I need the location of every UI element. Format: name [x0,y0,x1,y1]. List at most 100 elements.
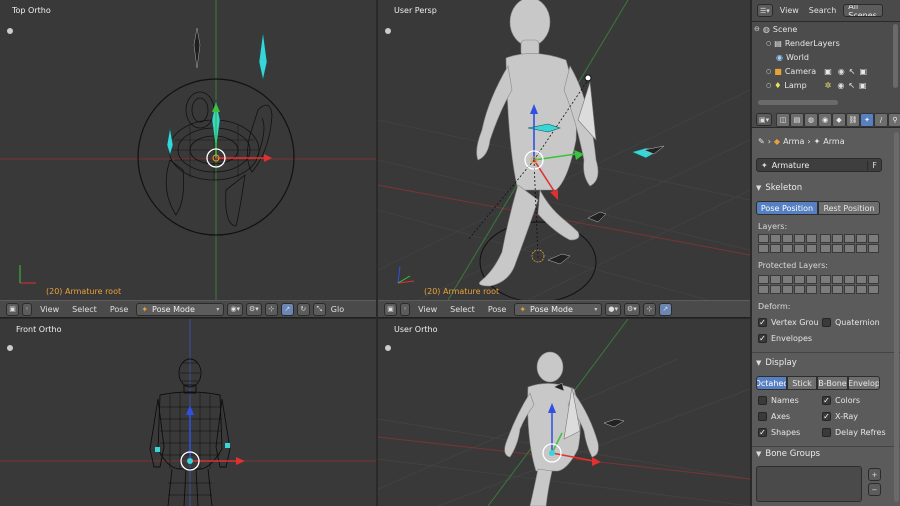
outliner-menu-search[interactable]: Search [806,6,839,15]
outliner-item-camera[interactable]: ○ ■ Camera ▣ ◉ ↖ ▣ [752,64,892,78]
bone-tab-icon[interactable]: / [874,113,888,127]
eye-icon[interactable]: ◉ [837,81,844,90]
manipulator-toggle[interactable]: ⊹ [264,302,278,316]
skeleton-section-header[interactable]: ▼ Skeleton [756,183,802,193]
viewport-pin-icon[interactable] [385,345,391,351]
display-bbone-button[interactable]: B-Bone [817,376,848,390]
armature-data-tab-icon[interactable]: ✦ [860,113,874,127]
mode-select[interactable]: ✦ Pose Mode ▾ [514,302,603,316]
orientation-label[interactable]: Glo [329,305,346,314]
fake-user-button[interactable]: F [867,160,881,170]
add-bone-group-button[interactable]: + [868,468,881,481]
display-envelope-button[interactable]: Envelop [848,376,880,390]
object-tab-icon[interactable]: ◆ [832,113,846,127]
header-toggle-icon[interactable]: ◦ [400,302,411,316]
outliner-item-lamp[interactable]: ○ ♦ Lamp ✲ ◉ ↖ ▣ [752,78,892,92]
bone-groups-section-header[interactable]: ▼ Bone Groups [756,449,820,459]
outliner-item-renderlayers[interactable]: ○ ▤ RenderLayers [752,36,892,50]
renderlayers-icon: ▤ [774,38,782,48]
display-stick-button[interactable]: Stick [787,376,817,390]
cursor-icon[interactable]: ↖ [849,67,856,76]
bone-constraints-tab-icon[interactable]: ⚲ [888,113,900,127]
layers-tab-icon[interactable]: ▤ [790,113,804,127]
chevron-down-icon: ▾ [594,305,598,313]
menu-view[interactable]: View [35,305,64,314]
menu-select[interactable]: Select [445,305,480,314]
outliner-item-world[interactable]: ◉ World [752,50,892,64]
protected-layers-label: Protected Layers: [758,261,828,270]
scene-tab-icon[interactable]: ◍ [804,113,818,127]
collapse-icon: ⊖ [754,25,760,33]
render-icon[interactable]: ▣ [859,67,867,76]
editor-type-button[interactable]: ☰▾ [757,4,773,17]
rest-position-button[interactable]: Rest Position [818,201,880,215]
mode-select[interactable]: ✦ Pose Mode ▾ [136,302,225,316]
outliner-menu-view[interactable]: View [777,6,802,15]
viewport-user-ortho[interactable]: User Ortho [378,319,750,506]
manipulator-toggle[interactable]: ⊹ [642,302,656,316]
outliner-scrollbar[interactable] [893,24,898,88]
pose-position-button[interactable]: Pose Position [756,201,818,215]
layers-grid[interactable] [758,234,817,253]
display-octahedral-button[interactable]: Octahed [756,376,787,390]
checkbox-box: ✓ [758,333,767,343]
pivot-button[interactable]: ⚙▾ [623,302,640,316]
vertex-groups-checkbox[interactable]: ✓ Vertex Grou [758,318,819,327]
protected-layers-grid[interactable] [758,275,817,294]
outliner-item-scene[interactable]: ⊖ ◍ Scene [752,22,892,36]
outliner-item-label: Lamp [784,80,807,90]
outliner-hscrollbar[interactable] [758,100,838,105]
menu-pose[interactable]: Pose [105,305,134,314]
outliner-item-label: RenderLayers [784,38,840,48]
editor-type-button[interactable]: ▣▾ [756,113,773,126]
axes-checkbox[interactable]: Axes [758,412,790,421]
protected-layers-grid-2[interactable] [820,275,879,294]
properties-scrollbar[interactable] [894,132,899,502]
layers-grid-2[interactable] [820,234,879,253]
world-tab-icon[interactable]: ◉ [818,113,832,127]
names-checkbox[interactable]: Names [758,396,799,405]
menu-pose[interactable]: Pose [483,305,512,314]
translate-manipulator[interactable]: ↗ [658,302,672,316]
viewport-shading-button[interactable]: ●▾ [605,302,621,316]
checkbox-box: ✓ [822,395,831,405]
menu-view[interactable]: View [413,305,442,314]
render-icon[interactable]: ▣ [859,81,867,90]
checkbox-label: Axes [771,412,791,421]
checkbox-label: X-Ray [835,412,858,421]
remove-bone-group-button[interactable]: − [868,483,881,496]
menu-select[interactable]: Select [67,305,102,314]
pin-icon[interactable]: ✎ [758,137,765,146]
lamp-data-icon: ✲ [824,80,832,90]
translate-manipulator[interactable]: ↗ [280,302,294,316]
colors-checkbox[interactable]: ✓ Colors [822,396,860,405]
cursor-icon[interactable]: ↖ [848,81,855,90]
viewport-pin-icon[interactable] [7,28,13,34]
editor-type-button[interactable]: ▣ [384,302,397,316]
pivot-button[interactable]: ⚙▾ [245,302,262,316]
constraints-tab-icon[interactable]: ⛓ [846,113,860,127]
outliner-filter-select[interactable]: All Scenes [843,4,884,17]
viewport-front-ortho[interactable]: Front Ortho [0,319,376,506]
header-toggle-icon[interactable]: ◦ [22,302,33,316]
camera-icon: ■ [774,66,782,76]
rotate-manipulator[interactable]: ↻ [296,302,310,316]
datablock-field[interactable]: ✦ Armature F [756,158,882,172]
outliner-panel: ☰▾ View Search All Scenes ⊖ ◍ Scene ○ ▤ … [752,0,900,112]
viewport-pin-icon[interactable] [385,28,391,34]
display-section-header[interactable]: ▼ Display [756,358,797,368]
shapes-checkbox[interactable]: ✓ Shapes [758,428,800,437]
viewport-top-ortho[interactable]: Top Ortho (20) Armature root [0,0,376,300]
envelopes-checkbox[interactable]: ✓ Envelopes [758,334,812,343]
quaternion-checkbox[interactable]: Quaternion [822,318,880,327]
eye-icon[interactable]: ◉ [838,67,845,76]
delay-refresh-checkbox[interactable]: Delay Refres [822,428,886,437]
viewport-shading-button[interactable]: ◉▾ [227,302,243,316]
bone-groups-list[interactable] [756,466,862,502]
viewport-user-persp[interactable]: User Persp (20) Armature root [378,0,750,300]
xray-checkbox[interactable]: ✓ X-Ray [822,412,858,421]
editor-type-button[interactable]: ▣ [6,302,19,316]
render-tab-icon[interactable]: ◫ [776,113,790,127]
viewport-pin-icon[interactable] [7,345,13,351]
scale-manipulator[interactable]: ⤡ [312,302,326,316]
